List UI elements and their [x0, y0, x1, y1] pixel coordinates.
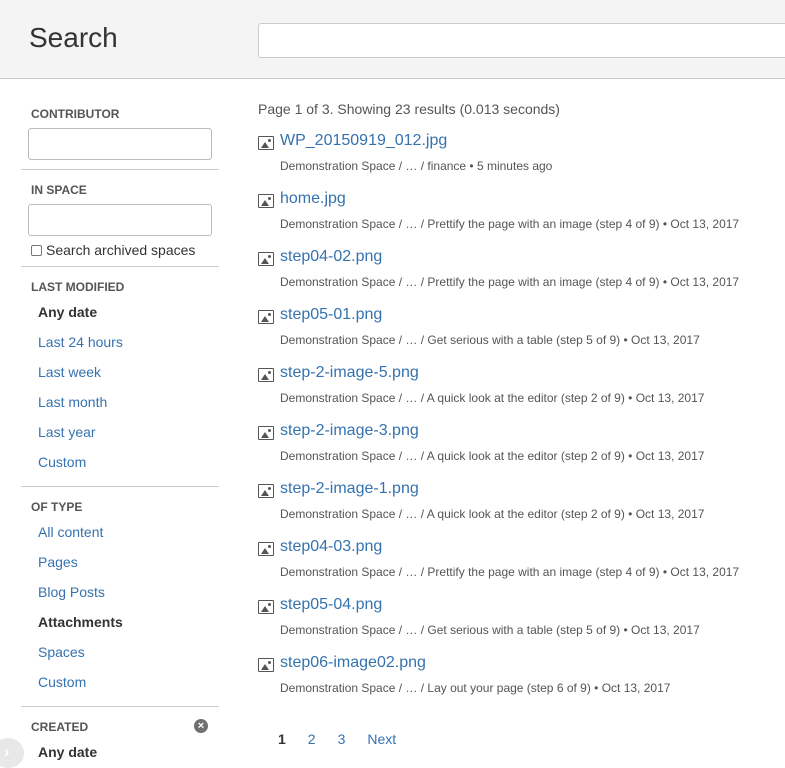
result-item: step04-03.png Demonstration Space / … / … — [258, 538, 785, 598]
result-meta: Demonstration Space / … / A quick look a… — [280, 507, 705, 521]
result-meta: Demonstration Space / … / A quick look a… — [280, 449, 705, 463]
image-file-icon — [258, 136, 274, 150]
type-blog-posts[interactable]: Blog Posts — [21, 577, 219, 607]
pagination: 1 2 3 Next — [278, 731, 418, 747]
filter-sidebar: CONTRIBUTOR IN SPACE Search archived spa… — [21, 90, 219, 768]
result-item: step05-04.png Demonstration Space / … / … — [258, 596, 785, 656]
clear-filter-icon[interactable]: × — [194, 719, 208, 733]
last-modified-filter: LAST MODIFIED Any date Last 24 hours Las… — [21, 267, 219, 487]
page-2-link[interactable]: 2 — [308, 731, 316, 747]
result-title-link[interactable]: step05-01.png — [280, 306, 382, 324]
archived-spaces-option[interactable]: Search archived spaces — [31, 240, 219, 260]
result-meta: Demonstration Space / … / Prettify the p… — [280, 275, 740, 289]
result-item: home.jpg Demonstration Space / … / Prett… — [258, 190, 785, 250]
created-label-text: CREATED — [31, 720, 89, 734]
type-pages[interactable]: Pages — [21, 547, 219, 577]
result-title-link[interactable]: home.jpg — [280, 190, 346, 208]
results-list: WP_20150919_012.jpg Demonstration Space … — [258, 132, 785, 714]
result-title-link[interactable]: step-2-image-1.png — [280, 480, 419, 498]
result-title-link[interactable]: WP_20150919_012.jpg — [280, 132, 447, 150]
created-filter: CREATED × Any date — [21, 707, 219, 767]
image-file-icon — [258, 600, 274, 614]
result-meta: Demonstration Space / … / A quick look a… — [280, 391, 705, 405]
type-custom[interactable]: Custom — [21, 667, 219, 697]
last-modified-last-week[interactable]: Last week — [21, 357, 219, 387]
result-item: step05-01.png Demonstration Space / … / … — [258, 306, 785, 366]
results-summary: Page 1 of 3. Showing 23 results (0.013 s… — [258, 101, 560, 117]
in-space-filter: IN SPACE Search archived spaces — [21, 170, 219, 267]
chevron-right-icon: › — [4, 744, 10, 761]
archived-spaces-checkbox[interactable] — [31, 244, 42, 256]
page-1: 1 — [278, 731, 286, 747]
result-title-link[interactable]: step-2-image-5.png — [280, 364, 419, 382]
type-attachments[interactable]: Attachments — [21, 607, 219, 637]
result-item: step04-02.png Demonstration Space / … / … — [258, 248, 785, 308]
result-meta: Demonstration Space / … / finance • 5 mi… — [280, 159, 553, 173]
result-meta: Demonstration Space / … / Prettify the p… — [280, 217, 740, 231]
in-space-label: IN SPACE — [31, 183, 87, 197]
page-3-link[interactable]: 3 — [338, 731, 346, 747]
type-all-content[interactable]: All content — [21, 517, 219, 547]
last-modified-last-24-hours[interactable]: Last 24 hours — [21, 327, 219, 357]
contributor-filter: CONTRIBUTOR — [21, 90, 219, 170]
last-modified-custom[interactable]: Custom — [21, 447, 219, 477]
result-meta: Demonstration Space / … / Get serious wi… — [280, 623, 700, 637]
image-file-icon — [258, 426, 274, 440]
page-title: Search — [29, 22, 118, 53]
result-item: step-2-image-1.png Demonstration Space /… — [258, 480, 785, 540]
result-title-link[interactable]: step05-04.png — [280, 596, 382, 614]
results-panel: Page 1 of 3. Showing 23 results (0.013 s… — [258, 98, 785, 747]
image-file-icon — [258, 484, 274, 498]
in-space-input[interactable] — [28, 204, 212, 236]
image-file-icon — [258, 194, 274, 208]
result-title-link[interactable]: step04-03.png — [280, 538, 382, 556]
image-file-icon — [258, 310, 274, 324]
contributor-input[interactable] — [28, 128, 212, 160]
type-spaces[interactable]: Spaces — [21, 637, 219, 667]
created-label: CREATED × — [21, 719, 219, 734]
last-modified-last-year[interactable]: Last year — [21, 417, 219, 447]
page-header: Search — [0, 0, 785, 79]
search-input[interactable] — [258, 23, 785, 58]
result-meta: Demonstration Space / … / Lay out your p… — [280, 681, 671, 695]
next-page-link[interactable]: Next — [367, 731, 396, 747]
result-meta: Demonstration Space / … / Get serious wi… — [280, 333, 700, 347]
result-item: WP_20150919_012.jpg Demonstration Space … — [258, 132, 785, 192]
result-item: step-2-image-3.png Demonstration Space /… — [258, 422, 785, 482]
result-title-link[interactable]: step04-02.png — [280, 248, 382, 266]
result-item: step06-image02.png Demonstration Space /… — [258, 654, 785, 714]
created-any-date[interactable]: Any date — [21, 737, 219, 767]
last-modified-last-month[interactable]: Last month — [21, 387, 219, 417]
of-type-filter: OF TYPE All content Pages Blog Posts Att… — [21, 487, 219, 707]
image-file-icon — [258, 368, 274, 382]
image-file-icon — [258, 542, 274, 556]
result-item: step-2-image-5.png Demonstration Space /… — [258, 364, 785, 424]
image-file-icon — [258, 252, 274, 266]
result-meta: Demonstration Space / … / Prettify the p… — [280, 565, 740, 579]
result-title-link[interactable]: step-2-image-3.png — [280, 422, 419, 440]
of-type-label: OF TYPE — [31, 500, 83, 514]
last-modified-label: LAST MODIFIED — [31, 280, 125, 294]
last-modified-any-date[interactable]: Any date — [21, 297, 219, 327]
contributor-label: CONTRIBUTOR — [31, 107, 120, 121]
result-title-link[interactable]: step06-image02.png — [280, 654, 426, 672]
archived-spaces-label: Search archived spaces — [46, 242, 196, 258]
image-file-icon — [258, 658, 274, 672]
